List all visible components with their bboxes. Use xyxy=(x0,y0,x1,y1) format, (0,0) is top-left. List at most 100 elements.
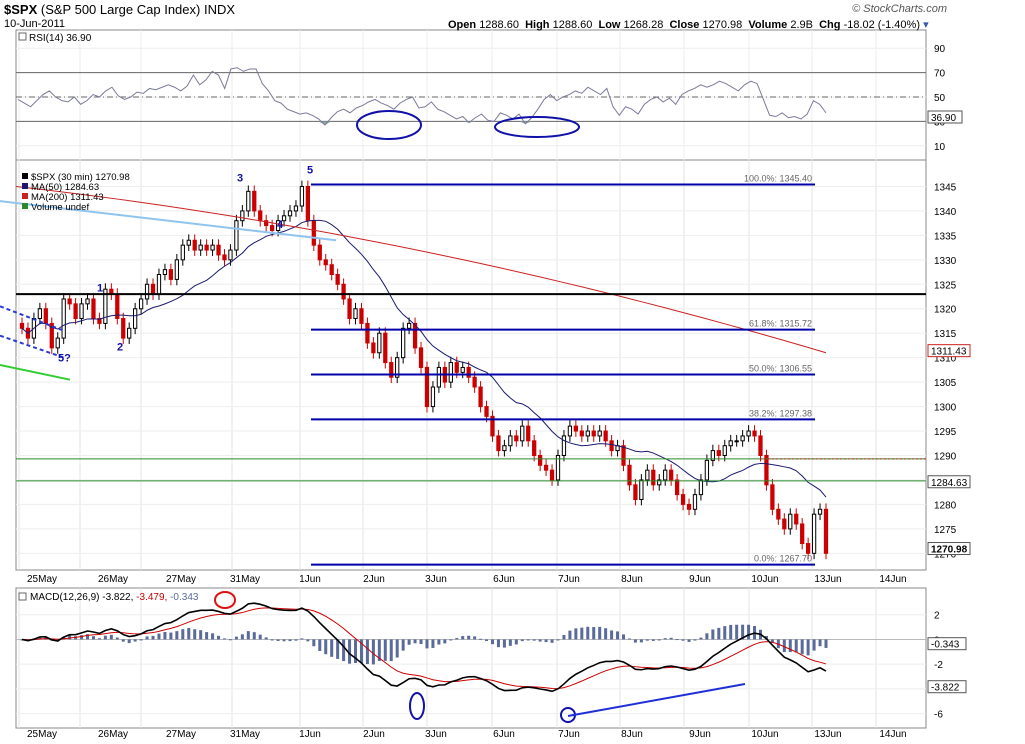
macd-histogram-bar xyxy=(407,639,411,645)
candle-body xyxy=(383,332,388,364)
price-tick-label: 1300 xyxy=(934,403,957,414)
macd-histogram-bar xyxy=(604,628,608,640)
macd-histogram-bar xyxy=(324,639,328,655)
candle-body xyxy=(359,308,364,324)
macd-histogram-bar xyxy=(681,639,685,641)
macd-histogram-bar xyxy=(371,639,375,665)
macd-histogram-bar xyxy=(133,639,137,642)
candle-body xyxy=(698,479,704,496)
macd-histogram-bar xyxy=(544,639,548,643)
dropdown-arrow-icon[interactable]: ▾ xyxy=(923,19,929,31)
price-flag-text: 1311.43 xyxy=(931,347,967,358)
macd-histogram-bar xyxy=(812,639,816,651)
price-date-tick: 26May xyxy=(98,574,128,585)
candle-body xyxy=(585,430,590,437)
macd-histogram-bar xyxy=(211,633,215,640)
price-tick-label: 1340 xyxy=(934,207,957,218)
candle-body xyxy=(514,435,519,442)
candle-body xyxy=(365,322,370,344)
rsi-tick-label: 70 xyxy=(934,69,946,80)
candle-body xyxy=(639,479,644,501)
candle-body xyxy=(526,425,531,442)
candle-body xyxy=(502,445,507,452)
macd-histogram-bar xyxy=(473,636,477,640)
macd-signal-line xyxy=(21,607,827,690)
macd-pane-frame xyxy=(15,587,927,729)
macd-histogram-bar xyxy=(669,637,673,640)
macd-histogram-bar xyxy=(330,639,334,657)
candle-body xyxy=(347,298,352,320)
price-date-tick: 2Jun xyxy=(363,574,385,585)
candle-body xyxy=(341,283,346,300)
candle-body xyxy=(43,308,48,324)
macd-histogram-bar xyxy=(97,638,101,640)
rsi-pane-frame xyxy=(15,29,927,161)
macd-histogram-bar xyxy=(103,635,107,640)
rsi-oversold-ellipse xyxy=(356,110,422,140)
candle-body xyxy=(549,469,555,481)
macd-histogram-bar xyxy=(651,639,655,641)
candle-body xyxy=(633,484,638,501)
candle-body xyxy=(478,386,483,408)
candle-body xyxy=(728,440,733,447)
macd-histogram-bar xyxy=(401,639,405,651)
macd-ellipse xyxy=(409,692,425,720)
macd-flag-text: -3.822 xyxy=(931,683,960,694)
candle-body xyxy=(603,430,608,442)
macd-histogram-bar xyxy=(622,634,626,640)
trend-line-green xyxy=(0,364,71,381)
macd-histogram-bar xyxy=(496,639,500,648)
macd-histogram-bar xyxy=(145,636,149,640)
candle-body xyxy=(758,435,763,456)
candle-body xyxy=(597,430,602,437)
macd-histogram-bar xyxy=(532,639,536,641)
macd-label-part: MACD(12,26,9) -3.822, xyxy=(30,592,136,603)
high-value: 1288.60 xyxy=(552,19,593,31)
macd-flag-text: -0.343 xyxy=(931,640,960,651)
macd-histogram-bar xyxy=(675,639,679,641)
macd-date-tick: 6Jun xyxy=(493,729,515,740)
price-flag-text: 1284.63 xyxy=(931,478,968,489)
candle-body xyxy=(323,259,328,266)
candle-body xyxy=(234,220,239,251)
price-tick-label: 1315 xyxy=(934,329,957,340)
macd-histogram-bar xyxy=(342,639,346,662)
macd-histogram-bar xyxy=(538,639,542,642)
price-date-tick: 13Jun xyxy=(814,574,841,585)
macd-date-tick: 2Jun xyxy=(363,729,385,740)
price-legend-swatch xyxy=(22,203,28,209)
macd-histogram-bar xyxy=(580,627,584,640)
candle-body xyxy=(91,298,96,320)
candle-body xyxy=(448,362,453,383)
macd-histogram-bar xyxy=(520,639,524,642)
candle-body xyxy=(472,376,477,388)
macd-histogram-bar xyxy=(139,639,143,641)
brand[interactable]: © StockCharts.com xyxy=(852,3,947,15)
rsi-oversold-ellipse xyxy=(494,116,580,138)
candle-body xyxy=(293,205,299,212)
macd-histogram-bar xyxy=(306,639,310,642)
macd-histogram-bar xyxy=(508,639,512,646)
macd-histogram-bar xyxy=(288,639,292,642)
macd-histogram-bar xyxy=(526,639,530,641)
candle-body xyxy=(252,190,257,212)
price-date-tick: 25May xyxy=(27,574,57,585)
price-date-tick: 10Jun xyxy=(751,574,778,585)
macd-histogram-bar xyxy=(270,639,274,641)
price-date-tick: 14Jun xyxy=(879,574,906,585)
macd-histogram-bar xyxy=(627,638,631,640)
macd-date-tick: 1Jun xyxy=(299,729,321,740)
macd-histogram-bar xyxy=(747,624,751,640)
wave-annotation: 1 xyxy=(97,283,103,295)
macd-histogram-bar xyxy=(389,639,393,662)
price-date-tick: 31May xyxy=(230,574,260,585)
macd-histogram-bar xyxy=(365,639,369,665)
candle-body xyxy=(424,366,430,408)
fib-level-label: 61.8%: 1315.72 xyxy=(749,319,812,329)
macd-histogram-bar xyxy=(121,639,125,642)
price-date-tick: 27May xyxy=(166,574,196,585)
candle-body xyxy=(537,454,543,466)
candle-body xyxy=(454,362,459,373)
candle-body xyxy=(192,239,197,251)
macd-histogram-bar xyxy=(663,638,667,640)
